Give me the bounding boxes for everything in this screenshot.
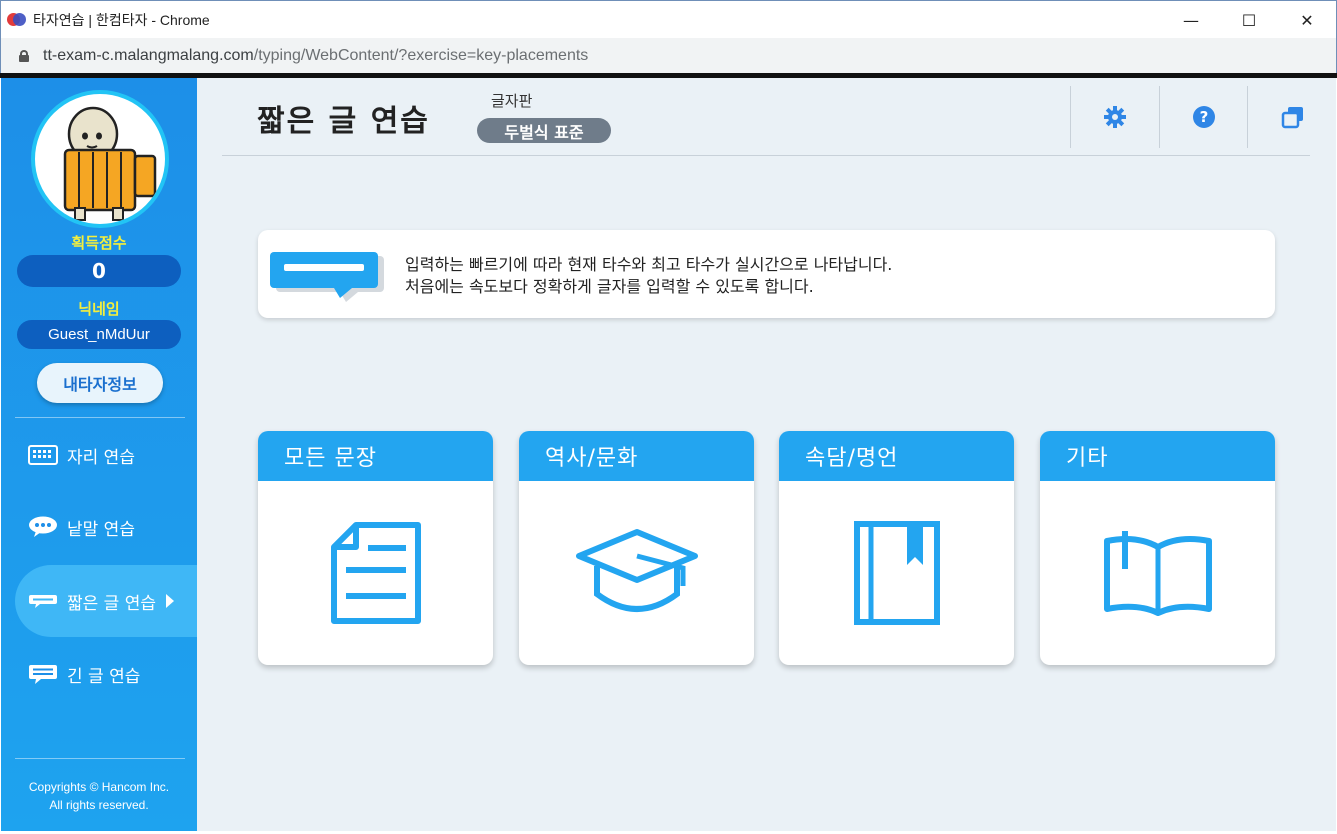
maximize-button[interactable]: ☐ [1220, 1, 1278, 39]
nav-label: 자리 연습 [67, 447, 135, 468]
card-title: 속담/명언 [779, 431, 1014, 481]
minimize-icon: — [1183, 10, 1199, 30]
window-icon[interactable] [1280, 104, 1306, 130]
card-title: 기타 [1040, 431, 1275, 481]
nav-item-long-text[interactable]: 긴 글 연습 [15, 638, 197, 710]
avatar [31, 90, 169, 228]
svg-text:?: ? [1200, 108, 1209, 126]
sidebar-divider-bottom [15, 758, 185, 759]
info-box: 입력하는 빠르기에 따라 현재 타수와 최고 타수가 실시간으로 나타납니다. … [258, 230, 1275, 318]
short-text-icon [27, 590, 59, 612]
window-titlebar: 타자연습 | 한컴타자 - Chrome — ☐ ✕ [0, 0, 1337, 38]
long-text-icon [27, 663, 59, 685]
bookmark-book-icon [779, 481, 1014, 665]
main-content: 짧은 글 연습 글자판 두벌식 표준 ? 입력하는 빠르기에 따라 현재 타수와… [197, 78, 1336, 831]
close-icon: ✕ [1300, 10, 1314, 30]
document-icon [258, 481, 493, 665]
sidebar-divider [15, 417, 185, 418]
nav-label: 짧은 글 연습 [67, 593, 157, 614]
nickname-value: Guest_nMdUur [17, 320, 181, 349]
my-typing-info-button[interactable]: 내타자정보 [37, 363, 163, 403]
gear-icon[interactable] [1102, 104, 1128, 130]
category-card-all-sentences[interactable]: 모든 문장 [258, 431, 493, 665]
keyboard-layout-badge[interactable]: 두벌식 표준 [477, 118, 611, 143]
speech-bubble-icon [270, 252, 384, 302]
keyboard-icon [27, 444, 59, 466]
nickname-label: 닉네임 [78, 300, 120, 318]
page-title: 짧은 글 연습 [257, 104, 430, 139]
category-card-others[interactable]: 기타 [1040, 431, 1275, 665]
nav-label: 낱말 연습 [67, 519, 135, 540]
maximize-icon: ☐ [1241, 10, 1257, 30]
url-host: tt-exam-c.malangmalang.com [43, 46, 254, 64]
app-logo-icon [7, 12, 27, 28]
mascot-icon [63, 106, 157, 221]
score-value: 0 [17, 255, 181, 287]
info-line2: 처음에는 속도보다 정확하게 글자를 입력할 수 있도록 합니다. [405, 277, 814, 296]
header-separator [1247, 86, 1248, 148]
minimize-button[interactable]: — [1162, 1, 1220, 39]
open-book-icon [1040, 481, 1275, 665]
info-text: 입력하는 빠르기에 따라 현재 타수와 최고 타수가 실시간으로 나타납니다. … [405, 254, 892, 298]
score-label: 획득점수 [71, 234, 127, 252]
window-title: 타자연습 | 한컴타자 - Chrome [33, 11, 210, 28]
url-text[interactable]: tt-exam-c.malangmalang.com/typing/WebCon… [43, 47, 588, 65]
lock-icon [19, 49, 29, 62]
header-separator [1159, 86, 1160, 148]
info-line1: 입력하는 빠르기에 따라 현재 타수와 최고 타수가 실시간으로 나타납니다. [405, 255, 893, 274]
address-bar[interactable]: tt-exam-c.malangmalang.com/typing/WebCon… [0, 38, 1337, 73]
copyright: Copyrights © Hancom Inc. All rights rese… [1, 778, 197, 814]
copyright-line2: All rights reserved. [49, 798, 149, 812]
card-title: 모든 문장 [258, 431, 493, 481]
category-card-proverbs-quotes[interactable]: 속담/명언 [779, 431, 1014, 665]
close-button[interactable]: ✕ [1278, 1, 1336, 39]
nav-label: 긴 글 연습 [67, 666, 141, 687]
header-underline [222, 155, 1310, 156]
help-icon[interactable]: ? [1191, 104, 1217, 130]
speech-bubble-icon [27, 516, 59, 538]
card-title: 역사/문화 [519, 431, 754, 481]
nav-item-word[interactable]: 낱말 연습 [15, 491, 197, 563]
active-arrow-icon [166, 594, 175, 608]
copyright-line1: Copyrights © Hancom Inc. [28, 780, 170, 794]
graduation-cap-icon [519, 481, 754, 665]
sidebar: 획득점수 0 닉네임 Guest_nMdUur 내타자정보 자리 연습 낱말 연… [1, 78, 197, 831]
category-card-history-culture[interactable]: 역사/문화 [519, 431, 754, 665]
nav-item-key-position[interactable]: 자리 연습 [15, 419, 197, 491]
keyboard-layout-label: 글자판 [491, 92, 533, 110]
nav-item-short-text[interactable]: 짧은 글 연습 [15, 565, 197, 637]
header-separator [1070, 86, 1071, 148]
url-path: /typing/WebContent/?exercise=key-placeme… [253, 46, 589, 64]
